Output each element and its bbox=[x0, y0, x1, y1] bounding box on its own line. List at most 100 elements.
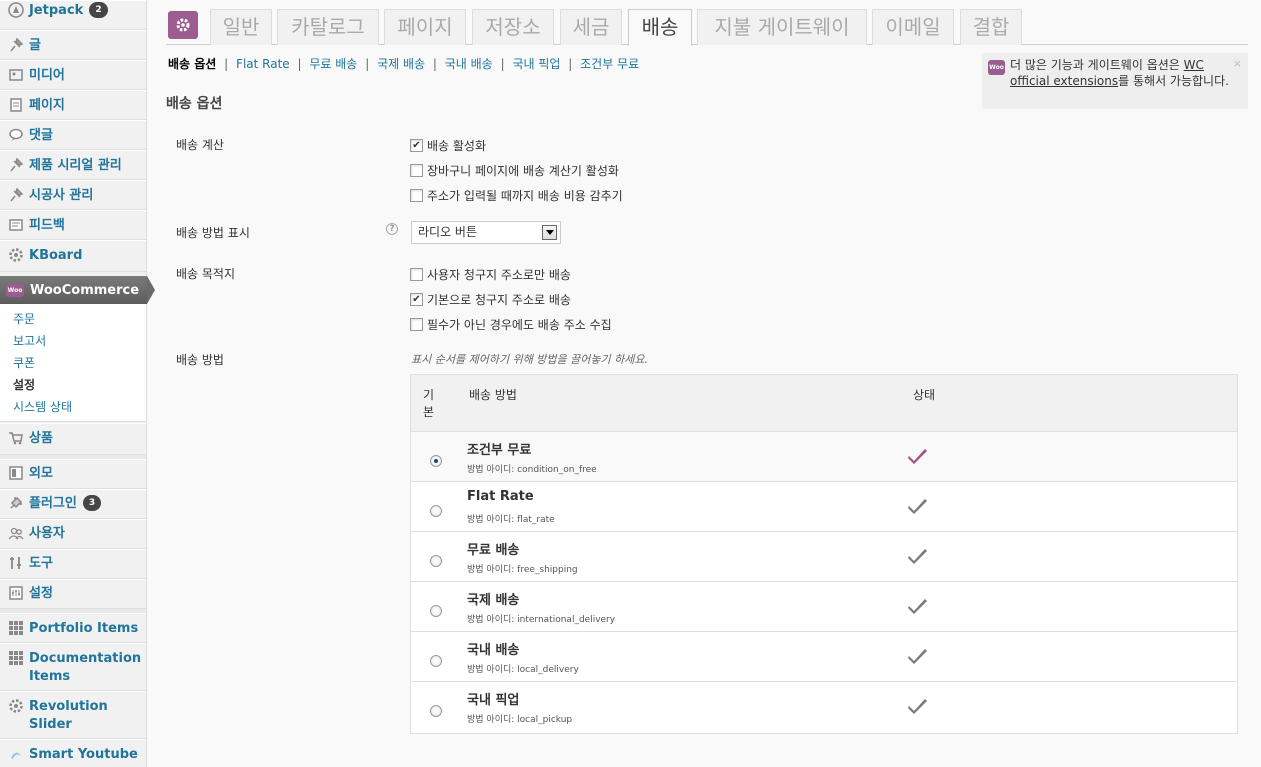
sidebar-item-tools[interactable]: 도구 bbox=[0, 549, 146, 579]
method-display-select[interactable]: 라디오 버튼 bbox=[411, 221, 561, 244]
sidebar-item-kboard[interactable]: KBoard bbox=[0, 240, 146, 272]
sidebar-item-portfolio[interactable]: Portfolio Items bbox=[0, 613, 146, 643]
collect-shipping-address-checkbox[interactable]: 필수가 아닌 경우에도 배송 주소 수집 bbox=[410, 316, 612, 333]
default-radio[interactable] bbox=[430, 705, 442, 717]
sidebar-item-revolution-slider[interactable]: Revolution Slider bbox=[0, 691, 146, 739]
notice-text-after: 를 통해서 가능합니다. bbox=[1118, 74, 1229, 88]
sidebar-item-posts[interactable]: 글 bbox=[0, 30, 146, 60]
youtube-icon bbox=[8, 746, 24, 762]
sidebar-item-pages[interactable]: 페이지 bbox=[0, 90, 146, 120]
sidebar-item-label: 페이지 bbox=[29, 98, 65, 113]
sidebar-item-woocommerce[interactable]: Woo WooCommerce bbox=[0, 276, 155, 304]
sidebar-item-plugins[interactable]: 플러그인 3 bbox=[0, 489, 146, 519]
tab-integration[interactable]: 결합 bbox=[960, 9, 1022, 45]
page-icon bbox=[8, 97, 24, 113]
table-row[interactable]: 국내 배송 방법 아이디: local_delivery bbox=[411, 632, 1237, 682]
subnav-free-on-condition[interactable]: 조건부 무료 bbox=[580, 57, 639, 71]
gear-icon bbox=[8, 698, 24, 714]
table-row[interactable]: 국제 배송 방법 아이디: international_delivery bbox=[411, 582, 1237, 632]
checkbox-unchecked[interactable] bbox=[410, 318, 423, 331]
sidebar-item-label: 글 bbox=[29, 38, 41, 53]
default-radio[interactable] bbox=[430, 605, 442, 617]
subnav-separator: | bbox=[297, 57, 302, 71]
sidebar-item-contractor[interactable]: 시공사 관리 bbox=[0, 180, 146, 210]
sidebar-item-settings[interactable]: 설정 bbox=[0, 579, 146, 609]
tab-inventory[interactable]: 저장소 bbox=[472, 9, 554, 45]
method-name: 무료 배송 bbox=[467, 543, 520, 558]
checkbox-checked[interactable]: ✔ bbox=[410, 293, 423, 306]
cart-icon bbox=[8, 430, 24, 446]
method-name: 조건부 무료 bbox=[467, 443, 532, 458]
submenu-item-orders[interactable]: 주문 bbox=[13, 311, 35, 327]
sidebar-item-label: Revolution Slider bbox=[29, 699, 108, 732]
sidebar-item-documentation[interactable]: Documentation Items bbox=[0, 643, 146, 691]
method-id: 방법 아이디: free_shipping bbox=[467, 565, 578, 575]
close-icon[interactable]: × bbox=[1233, 56, 1242, 72]
tab-catalog[interactable]: 카탈로그 bbox=[277, 9, 379, 45]
users-icon bbox=[8, 525, 24, 541]
subnav-shipping-options[interactable]: 배송 옵션 bbox=[168, 57, 216, 71]
admin-sidebar: Jetpack 2 글 미디어 페이지 댓글 제품 시리얼 관리 시공사 관리 … bbox=[0, 0, 155, 767]
checkbox-checked[interactable]: ✔ bbox=[410, 139, 423, 152]
method-name: 국내 픽업 bbox=[467, 693, 520, 708]
subnav-international-delivery[interactable]: 국제 배송 bbox=[377, 57, 425, 71]
subnav-flat-rate[interactable]: Flat Rate bbox=[236, 57, 290, 71]
checkbox-label: 주소가 입력될 때까지 배송 비용 감추기 bbox=[427, 189, 623, 203]
table-header: 기 본 배송 방법 상태 bbox=[411, 375, 1237, 432]
appearance-icon bbox=[8, 465, 24, 481]
sidebar-item-serial[interactable]: 제품 시리얼 관리 bbox=[0, 150, 146, 180]
sidebar-item-smart-youtube[interactable]: Smart Youtube bbox=[0, 739, 146, 767]
shipping-subnav: 배송 옵션 | Flat Rate | 무료 배송 | 국제 배송 | 국내 배… bbox=[168, 55, 639, 72]
tab-pages[interactable]: 페이지 bbox=[384, 9, 466, 45]
checkbox-unchecked[interactable] bbox=[410, 268, 423, 281]
sidebar-item-label: 외모 bbox=[29, 466, 53, 481]
submenu-item-settings[interactable]: 설정 bbox=[13, 377, 35, 393]
tab-shipping[interactable]: 배송 bbox=[628, 9, 692, 46]
tab-tax[interactable]: 세금 bbox=[560, 9, 622, 45]
default-radio[interactable] bbox=[430, 505, 442, 517]
submenu-item-reports[interactable]: 보고서 bbox=[13, 333, 46, 349]
ship-billing-only-checkbox[interactable]: 사용자 청구지 주소로만 배송 bbox=[410, 266, 571, 283]
checkbox-unchecked[interactable] bbox=[410, 164, 423, 177]
enable-shipping-checkbox[interactable]: ✔ 배송 활성화 bbox=[410, 137, 486, 154]
sidebar-item-users[interactable]: 사용자 bbox=[0, 519, 146, 549]
tab-emails[interactable]: 이메일 bbox=[872, 9, 954, 45]
sidebar-item-label: 제품 시리얼 관리 bbox=[29, 158, 122, 173]
sidebar-item-feedback[interactable]: 피드백 bbox=[0, 210, 146, 240]
sidebar-item-appearance[interactable]: 외모 bbox=[0, 459, 146, 489]
hide-cost-checkbox[interactable]: 주소가 입력될 때까지 배송 비용 감추기 bbox=[410, 187, 623, 204]
column-header-default: 본 bbox=[423, 405, 435, 419]
sidebar-item-products[interactable]: 상품 bbox=[0, 423, 146, 455]
cart-calculator-checkbox[interactable]: 장바구니 페이지에 배송 계산기 활성화 bbox=[410, 162, 619, 179]
submenu-item-coupons[interactable]: 쿠폰 bbox=[13, 355, 35, 371]
sidebar-item-jetpack[interactable]: Jetpack 2 bbox=[0, 0, 146, 30]
help-icon[interactable]: ? bbox=[386, 223, 398, 235]
sort-hint: 표시 순서를 제어하기 위해 방법을 끌어놓기 하세요. bbox=[411, 353, 648, 366]
default-radio[interactable] bbox=[430, 555, 442, 567]
ship-billing-default-checkbox[interactable]: ✔ 기본으로 청구지 주소로 배송 bbox=[410, 291, 571, 308]
subnav-local-delivery[interactable]: 국내 배송 bbox=[445, 57, 493, 71]
sidebar-item-label: Portfolio Items bbox=[29, 621, 139, 636]
tab-payment-gateways[interactable]: 지불 게이트웨이 bbox=[697, 9, 867, 45]
page-title: 배송 옵션 bbox=[166, 96, 223, 112]
default-radio[interactable] bbox=[430, 455, 442, 467]
table-row[interactable]: 무료 배송 방법 아이디: free_shipping bbox=[411, 532, 1237, 582]
table-row[interactable]: Flat Rate 방법 아이디: flat_rate bbox=[411, 482, 1237, 532]
sidebar-item-label: Jetpack bbox=[29, 3, 84, 18]
subnav-free-shipping[interactable]: 무료 배송 bbox=[309, 57, 357, 71]
table-row[interactable]: 국내 픽업 방법 아이디: local_pickup bbox=[411, 682, 1237, 732]
shipping-methods-table: 기 본 배송 방법 상태 조건부 무료 방법 아이디: condition_on… bbox=[410, 374, 1238, 734]
woocommerce-icon: Woo bbox=[6, 283, 24, 297]
subnav-local-pickup[interactable]: 국내 픽업 bbox=[512, 57, 560, 71]
checkbox-unchecked[interactable] bbox=[410, 189, 423, 202]
sidebar-item-media[interactable]: 미디어 bbox=[0, 60, 146, 90]
default-radio[interactable] bbox=[430, 655, 442, 667]
sidebar-item-label: 상품 bbox=[29, 431, 53, 446]
checkbox-label: 배송 활성화 bbox=[427, 139, 487, 153]
sidebar-item-label: Smart Youtube bbox=[29, 747, 138, 762]
tab-general[interactable]: 일반 bbox=[210, 9, 272, 45]
submenu-item-system-status[interactable]: 시스템 상태 bbox=[13, 399, 72, 415]
table-row[interactable]: 조건부 무료 방법 아이디: condition_on_free bbox=[411, 432, 1237, 482]
notice-text-before: 더 많은 기능과 게이트웨이 옵션은 bbox=[1010, 58, 1184, 72]
sidebar-item-comments[interactable]: 댓글 bbox=[0, 120, 146, 150]
